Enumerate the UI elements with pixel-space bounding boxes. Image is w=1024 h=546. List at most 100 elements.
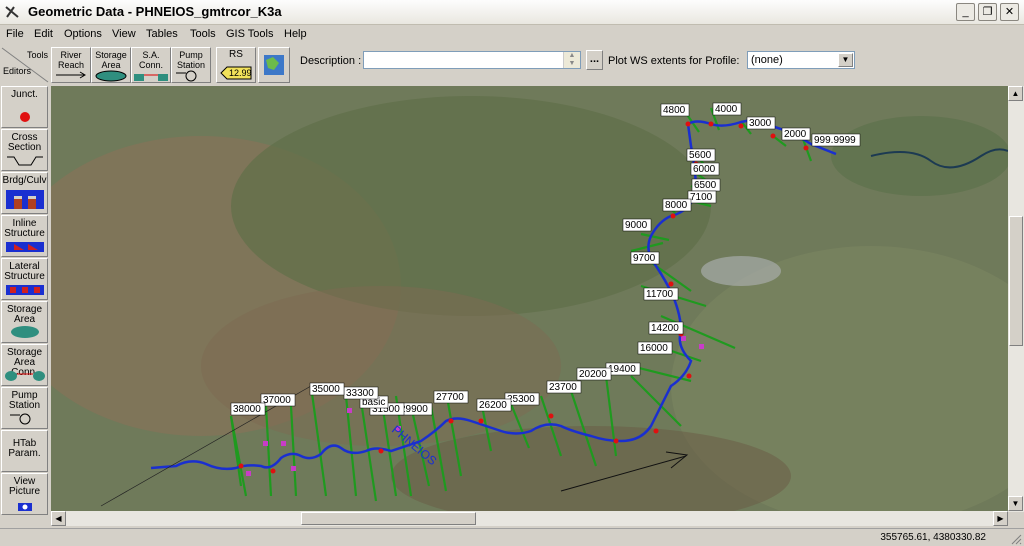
station-label: 4000 [715,104,738,115]
htab-param-button[interactable]: HTab Param. [1,430,48,472]
cross-section-label: Cross Section [7,132,42,153]
gis-map-button[interactable] [258,47,290,83]
storage-area-editor-icon [11,326,39,338]
terrain-ridge [201,286,561,446]
description-label: Description : [300,55,362,67]
rs-label: RS [229,49,243,60]
station-label: 35000 [312,384,340,395]
lateral-structure-label: Lateral Structure [4,261,45,282]
menu-tools[interactable]: Tools [190,28,216,40]
brdg-culv-label: Brdg/Culv [2,175,47,186]
station-label: 8000 [665,200,688,211]
station-label: 999.9999 [814,135,856,146]
view-picture-button[interactable]: View Picture [1,473,48,515]
coordinates-readout: 355765.61, 4380330.82 [880,532,986,543]
station-label: 23700 [549,382,577,393]
description-spinner[interactable]: ▲ ▼ [563,52,580,68]
scroll-up-button[interactable]: ▲ [1008,86,1023,101]
pump-icon [176,70,197,82]
sa-conn-icon [134,74,168,81]
station-label: 37000 [263,395,291,406]
sa-conn-label: S.A. Conn. [138,50,164,70]
station-label: 20200 [579,369,607,380]
scroll-left-button[interactable]: ◀ [51,511,66,526]
inline-structure-button[interactable]: Inline Structure [1,215,48,257]
profile-select[interactable]: (none) ▼ [747,51,855,69]
menu-bar: File Edit Options View Tables Tools GIS … [0,26,1024,44]
brdg-culv-button[interactable]: Brdg/Culv [1,172,48,214]
title-bar: Geometric Data - PHNEIOS_gmtrcor_K3a _ ❐… [0,0,1024,25]
vertical-scroll-thumb[interactable] [1009,216,1023,346]
view-picture-label: View Picture [8,476,41,497]
scroll-down-button[interactable]: ▼ [1008,496,1023,511]
rs-value: 12.99 [229,68,252,78]
terrain-forest-north [231,96,711,316]
menu-help[interactable]: Help [284,28,307,40]
map-view[interactable]: PHNEIOS 4800 4000 3000 2000 999.9999 560… [51,86,1008,511]
storage-area-label: Storage Area [95,50,127,70]
storage-area-editor-label: Storage Area [6,304,43,325]
toolbar: River Reach Storage Area S.A. Conn. Pump… [0,45,1024,85]
station-label: 7100 [690,192,713,203]
station-label: 4800 [663,105,686,116]
station-label: 9700 [633,253,656,264]
camera-icon [18,503,32,511]
station-label: 14200 [651,323,679,334]
menu-options[interactable]: Options [64,28,102,40]
menu-tables[interactable]: Tables [146,28,178,40]
horizontal-scroll-thumb[interactable] [301,512,476,525]
storage-area-icon [95,70,127,82]
satellite-map[interactable]: PHNEIOS 4800 4000 3000 2000 999.9999 560… [51,86,1008,511]
storage-area-conn-button[interactable]: Storage Area Conn. [1,344,48,386]
map-icon [264,55,284,75]
junct-button[interactable]: Junct. [1,86,48,128]
inline-structure-icon [6,242,44,252]
cross-section-button[interactable]: Cross Section [1,129,48,171]
pump-station-button[interactable]: Pump Station [171,47,211,83]
junction-icon [20,112,30,122]
inline-structure-label: Inline Structure [4,218,45,239]
profile-value: (none) [751,54,783,66]
station-label: 11700 [646,289,674,300]
plot-ws-label: Plot WS extents for Profile: [608,55,740,67]
station-label: 2000 [784,129,807,140]
app-icon [5,6,19,18]
resize-grip-icon[interactable] [1010,533,1022,545]
lateral-structure-icon [6,285,44,295]
station-label: 3000 [749,118,772,129]
pump-station-editor-icon [10,413,31,425]
lateral-structure-button[interactable]: Lateral Structure [1,258,48,300]
pump-station-label: Pump Station [176,50,206,70]
description-input[interactable] [363,51,581,69]
htab-param-label: HTab Param. [8,438,41,459]
rs-button[interactable]: RS 12.99 [216,47,256,83]
sa-conn-button[interactable]: S.A. Conn. [131,47,171,83]
menu-file[interactable]: File [6,28,24,40]
storage-area-editor-button[interactable]: Storage Area [1,301,48,343]
restore-button[interactable]: ❐ [978,3,997,21]
cross-section-icon [7,156,43,166]
scroll-right-button[interactable]: ▶ [993,511,1008,526]
browse-button[interactable]: ... [586,50,603,70]
station-label: 6500 [694,180,717,191]
station-label: 5600 [689,150,712,161]
storage-area-button[interactable]: Storage Area [91,47,131,83]
menu-gis-tools[interactable]: GIS Tools [226,28,274,40]
menu-view[interactable]: View [112,28,136,40]
storage-area-conn-icon [5,371,45,381]
chevron-down-icon[interactable]: ▼ [838,53,853,67]
station-label: 26200 [479,400,507,411]
close-button[interactable]: ✕ [1000,3,1019,21]
menu-edit[interactable]: Edit [34,28,53,40]
river-reach-button[interactable]: River Reach [51,47,91,83]
river-reach-label: River Reach [57,50,84,70]
minimize-button[interactable]: _ [956,3,975,21]
horizontal-scrollbar[interactable]: ◀ ▶ [51,511,1008,526]
vertical-scrollbar[interactable]: ▲ ▼ [1008,86,1024,512]
window-title: Geometric Data - PHNEIOS_gmtrcor_K3a [28,4,282,19]
editors-panel: Junct. Cross Section Brdg/Culv Inline St… [0,86,50,526]
station-label: 33300 [346,388,374,399]
town-area [701,256,781,286]
pump-station-editor-label: Pump Station [8,390,41,411]
pump-station-editor-button[interactable]: Pump Station [1,387,48,429]
